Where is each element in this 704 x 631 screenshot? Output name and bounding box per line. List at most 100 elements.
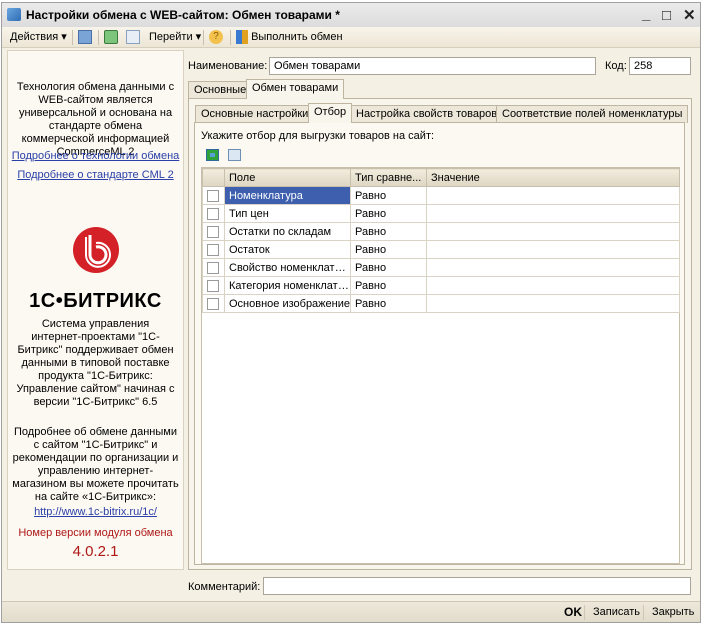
field-cell[interactable]: Тип цен <box>224 204 351 223</box>
row-checkbox-cell[interactable] <box>202 204 225 223</box>
table-row[interactable]: Основное изображение Равно <box>202 294 680 313</box>
separator <box>643 605 644 620</box>
row-checkbox-cell[interactable] <box>202 276 225 295</box>
field-cell[interactable]: Номенклатура <box>224 186 351 205</box>
value-cell[interactable] <box>426 240 680 259</box>
separator <box>98 30 99 45</box>
comment-input[interactable] <box>263 577 691 595</box>
info-panel: Технология обмена данными с WEB-сайтом я… <box>7 50 184 570</box>
separator <box>584 605 585 620</box>
execute-exchange-button[interactable]: Выполнить обмен <box>236 27 343 48</box>
row-checkbox-cell[interactable] <box>202 240 225 259</box>
subtab-filter[interactable]: Отбор <box>308 103 353 123</box>
version-number: 4.0.2.1 <box>72 543 119 560</box>
save-to-file-icon[interactable] <box>78 27 92 48</box>
check-all-icon[interactable] <box>206 149 219 161</box>
app-icon <box>7 8 21 21</box>
refresh-icon[interactable] <box>104 27 118 48</box>
row-checkbox[interactable] <box>207 261 219 274</box>
filter-table: Поле Тип сравне... Значение Номенклатура… <box>202 168 680 313</box>
link-tech[interactable]: Подробнее о технологии обмена <box>12 150 180 162</box>
row-checkbox-cell[interactable] <box>202 294 225 313</box>
goto-label: Перейти <box>149 31 193 43</box>
window-title: Настройки обмена с WEB-сайтом: Обмен тов… <box>26 8 340 22</box>
row-checkbox[interactable] <box>207 225 219 238</box>
toolbar: Действия ▾ Перейти ▾ ? Выполнить обмен <box>2 27 700 48</box>
row-checkbox[interactable] <box>207 297 219 310</box>
minimize-button[interactable]: _ <box>642 3 650 27</box>
bitrix-url-link[interactable]: http://www.1c-bitrix.ru/1c/ <box>34 506 157 518</box>
save-button[interactable]: Записать <box>593 602 640 623</box>
exchange-icon <box>236 30 248 45</box>
goto-menu[interactable]: Перейти ▾ <box>149 27 201 48</box>
comparison-cell[interactable]: Равно <box>350 276 427 295</box>
close-window-button[interactable]: ✕ <box>683 4 696 28</box>
separator <box>230 30 231 45</box>
field-cell[interactable]: Категория номенклату... <box>224 276 351 295</box>
table-row[interactable]: Остатки по складам Равно <box>202 222 680 241</box>
bottom-bar: OK Записать Закрыть <box>2 601 700 622</box>
field-cell[interactable]: Основное изображение <box>224 294 351 313</box>
row-checkbox-cell[interactable] <box>202 222 225 241</box>
uncheck-all-icon[interactable] <box>228 149 241 161</box>
value-cell[interactable] <box>426 222 680 241</box>
row-checkbox[interactable] <box>207 279 219 292</box>
comparison-cell[interactable]: Равно <box>350 204 427 223</box>
version-label: Номер версии модуля обмена <box>18 527 173 539</box>
table-header: Поле Тип сравне... Значение <box>202 168 680 187</box>
column-field[interactable]: Поле <box>224 168 351 187</box>
subtab-field-mapping[interactable]: Соответствие полей номенклатуры <box>496 105 689 123</box>
comparison-cell[interactable]: Равно <box>350 258 427 277</box>
row-checkbox[interactable] <box>207 207 219 220</box>
close-button[interactable]: Закрыть <box>652 602 694 623</box>
field-cell[interactable]: Остаток <box>224 240 351 259</box>
link-cml[interactable]: Подробнее о стандарте CML 2 <box>17 169 173 181</box>
code-input[interactable] <box>629 57 691 75</box>
value-cell[interactable] <box>426 204 680 223</box>
value-cell[interactable] <box>426 186 680 205</box>
field-cell[interactable]: Остатки по складам <box>224 222 351 241</box>
more-info-text: Подробнее об обмене данными с сайтом "1С… <box>12 426 179 503</box>
value-cell[interactable] <box>426 294 680 313</box>
row-checkbox-cell[interactable] <box>202 258 225 277</box>
table-row[interactable]: Тип цен Равно <box>202 204 680 223</box>
table-row[interactable]: Категория номенклату... Равно <box>202 276 680 295</box>
filter-instruction: Укажите отбор для выгрузки товаров на са… <box>201 130 435 142</box>
title-bar: Настройки обмена с WEB-сайтом: Обмен тов… <box>2 3 700 27</box>
actions-label: Действия <box>10 31 59 43</box>
actions-menu[interactable]: Действия ▾ <box>10 27 67 48</box>
column-value[interactable]: Значение <box>426 168 680 187</box>
tab-main[interactable]: Основные <box>188 81 253 99</box>
ok-button[interactable]: OK <box>564 602 582 623</box>
name-input[interactable] <box>269 57 596 75</box>
table-row[interactable]: Номенклатура Равно <box>202 186 680 205</box>
comparison-cell[interactable]: Равно <box>350 186 427 205</box>
bitrix-description: Система управления интернет-проектами "1… <box>16 318 175 408</box>
comparison-cell[interactable]: Равно <box>350 240 427 259</box>
filter-table-wrap: Поле Тип сравне... Значение Номенклатура… <box>201 167 680 564</box>
maximize-button[interactable]: □ <box>662 4 671 28</box>
separator <box>203 30 204 45</box>
bitrix-logo-text: 1С•БИТРИКС <box>29 290 162 312</box>
copy-document-icon[interactable] <box>126 27 140 48</box>
value-cell[interactable] <box>426 258 680 277</box>
tab-goods-exchange[interactable]: Обмен товарами <box>246 79 345 99</box>
subtab-product-properties[interactable]: Настройка свойств товаров <box>350 105 504 123</box>
table-row[interactable]: Свойство номенклатуры Равно <box>202 258 680 277</box>
row-checkbox[interactable] <box>207 243 219 256</box>
comparison-cell[interactable]: Равно <box>350 222 427 241</box>
comment-label: Комментарий: <box>188 581 261 593</box>
table-row[interactable]: Остаток Равно <box>202 240 680 259</box>
field-cell[interactable]: Свойство номенклатуры <box>224 258 351 277</box>
help-icon[interactable]: ? <box>209 27 223 48</box>
value-cell[interactable] <box>426 276 680 295</box>
settings-window: Настройки обмена с WEB-сайтом: Обмен тов… <box>1 2 701 623</box>
comparison-cell[interactable]: Равно <box>350 294 427 313</box>
name-label: Наименование: <box>188 60 268 72</box>
row-checkbox[interactable] <box>207 189 219 202</box>
execute-label: Выполнить обмен <box>251 31 343 43</box>
row-checkbox-cell[interactable] <box>202 186 225 205</box>
column-comparison[interactable]: Тип сравне... <box>350 168 427 187</box>
subtab-main-settings[interactable]: Основные настройки <box>195 105 315 123</box>
bitrix-logo-icon <box>72 227 119 273</box>
